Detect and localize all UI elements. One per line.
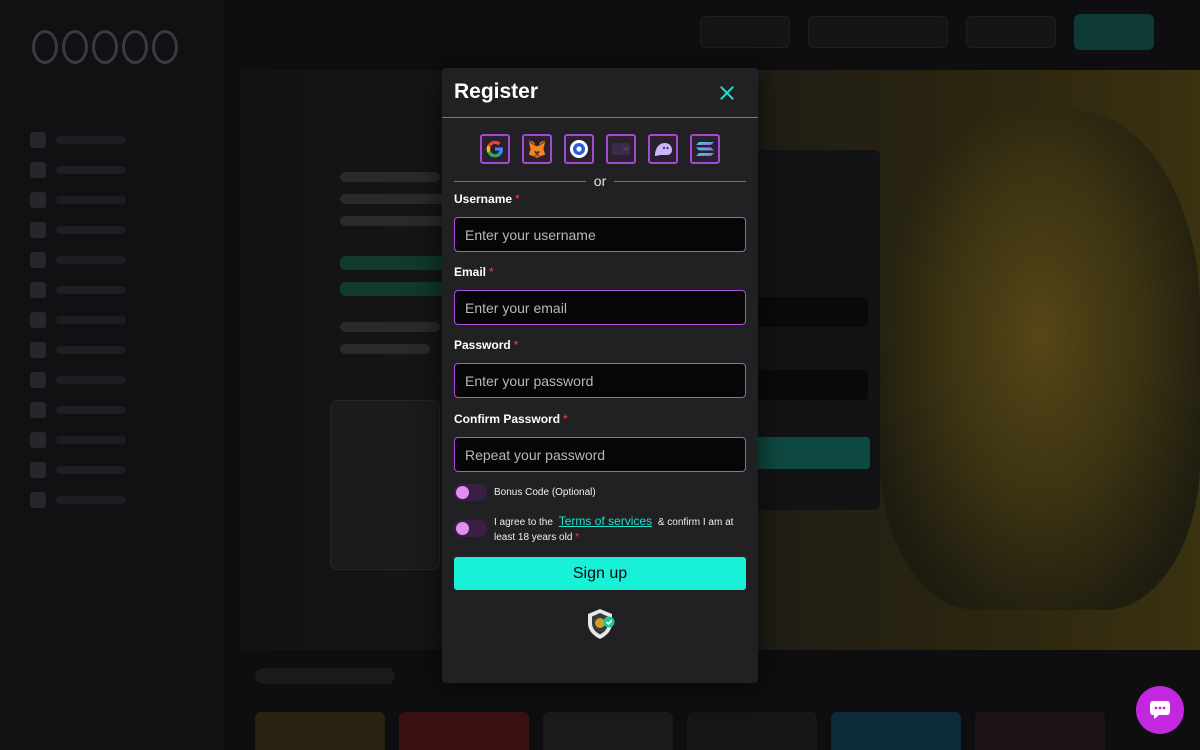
password-label-text: Password	[454, 338, 511, 352]
bg-sidebar-nav	[30, 125, 126, 515]
toggle-knob	[456, 522, 469, 535]
username-input[interactable]	[454, 217, 746, 252]
close-icon[interactable]	[718, 84, 736, 102]
wallet-icon[interactable]	[606, 134, 636, 164]
bg-login-panel	[740, 150, 880, 510]
confirm-password-input[interactable]	[454, 437, 746, 472]
email-label-text: Email	[454, 265, 487, 279]
signup-button[interactable]: Sign up	[454, 557, 746, 590]
google-icon[interactable]	[480, 134, 510, 164]
email-input[interactable]	[454, 290, 746, 325]
required-mark: *	[575, 532, 580, 543]
coinbase-icon[interactable]	[564, 134, 594, 164]
required-mark: *	[513, 338, 519, 352]
terms-label: I agree to the Terms of services & confi…	[494, 514, 739, 545]
divider-line-left	[454, 180, 586, 182]
phantom-icon[interactable]	[648, 134, 678, 164]
bg-topbar	[700, 14, 1154, 50]
bg-payment-card	[330, 400, 440, 570]
or-text: or	[593, 173, 607, 189]
email-label: Email *	[454, 265, 494, 279]
confirm-password-label-text: Confirm Password	[454, 412, 561, 426]
chat-bubble-icon[interactable]	[1136, 686, 1184, 734]
username-label-text: Username	[454, 192, 513, 206]
bonus-code-toggle[interactable]	[454, 484, 487, 501]
username-label: Username *	[454, 192, 520, 206]
bg-game-thumbnails	[255, 712, 1105, 750]
required-mark: *	[489, 265, 494, 279]
bg-logo	[32, 30, 178, 64]
or-divider: or	[454, 172, 747, 190]
register-modal: Register or Username * Enter your userna…	[442, 68, 758, 683]
solana-icon[interactable]	[690, 134, 720, 164]
terms-toggle[interactable]	[454, 520, 487, 537]
confirm-password-label: Confirm Password *	[454, 412, 568, 426]
bg-section-title	[255, 668, 395, 684]
required-mark: *	[515, 192, 520, 206]
terms-of-service-link[interactable]: Terms of services	[559, 514, 652, 528]
bg-hero-image	[880, 110, 1200, 610]
toggle-knob	[456, 486, 469, 499]
bonus-code-label: Bonus Code (Optional)	[494, 487, 596, 498]
shield-check-icon	[586, 608, 616, 640]
terms-prefix: I agree to the	[494, 517, 553, 528]
divider-line-right	[614, 180, 747, 182]
metamask-icon[interactable]	[522, 134, 552, 164]
bg-sidebar	[0, 0, 225, 750]
social-login-row	[480, 134, 720, 164]
password-label: Password *	[454, 338, 518, 352]
modal-header: Register	[442, 68, 758, 118]
required-mark: *	[563, 412, 568, 426]
modal-title: Register	[454, 80, 539, 103]
password-input[interactable]	[454, 363, 746, 398]
